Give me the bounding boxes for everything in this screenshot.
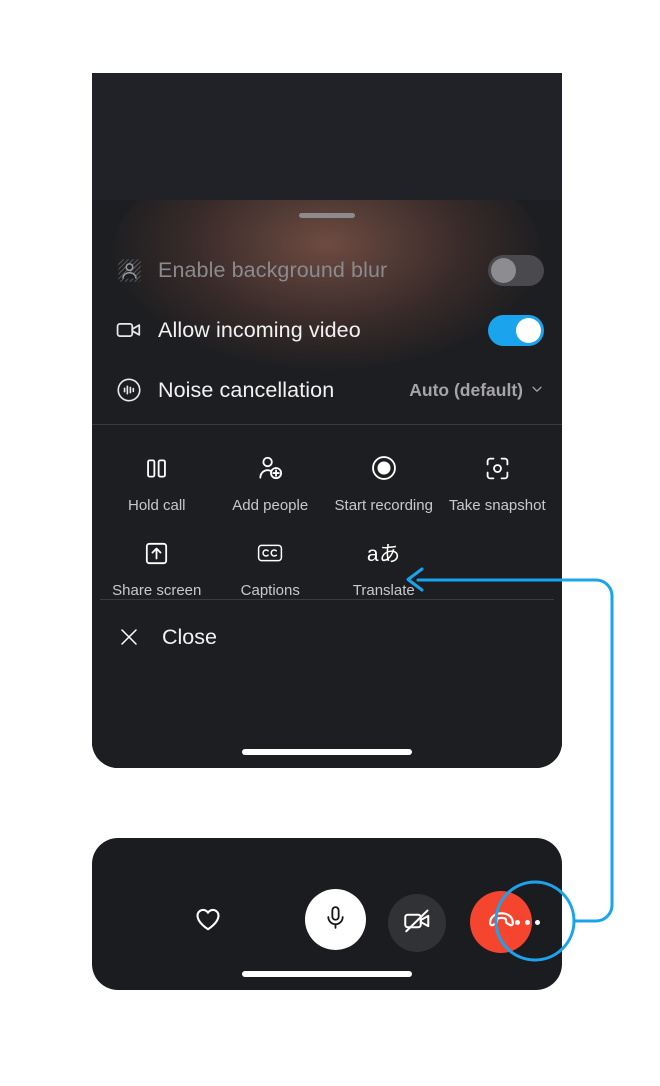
setting-row-noise-cancellation[interactable]: Noise cancellation Auto (default) <box>92 360 562 420</box>
action-hold-call[interactable]: Hold call <box>100 451 214 514</box>
microphone-icon <box>322 904 349 936</box>
action-label-take-snapshot: Take snapshot <box>448 497 546 514</box>
reactions-button[interactable] <box>191 904 225 938</box>
record-icon <box>367 451 401 485</box>
action-label-translate: Translate <box>352 582 415 599</box>
action-label-add-people: Add people <box>232 497 309 514</box>
settings-list: Enable background blur Allow incoming vi… <box>92 240 562 420</box>
noise-cancellation-value: Auto (default) <box>409 379 523 400</box>
noise-cancellation-dropdown[interactable]: Auto (default) <box>409 380 544 401</box>
noise-cancellation-icon <box>114 375 144 405</box>
action-grid: Hold call Add people Start recording Tak… <box>92 425 562 599</box>
toggle-incoming-video[interactable] <box>488 314 544 346</box>
home-indicator-sheet <box>242 749 412 755</box>
phone-screen-bottom <box>92 838 562 990</box>
background-blur-icon <box>114 255 144 285</box>
pause-icon <box>140 451 174 485</box>
phone-screen-top: Enable background blur Allow incoming vi… <box>92 73 562 768</box>
heart-icon <box>193 904 223 939</box>
action-start-recording[interactable]: Start recording <box>327 451 441 514</box>
camera-button[interactable] <box>388 894 446 952</box>
action-label-start-recording: Start recording <box>334 497 433 514</box>
setting-label-incoming-video: Allow incoming video <box>158 317 361 342</box>
camera-off-icon <box>402 906 432 941</box>
add-person-icon <box>253 451 287 485</box>
chevron-down-icon <box>530 380 544 401</box>
microphone-button[interactable] <box>305 889 366 950</box>
setting-row-background-blur[interactable]: Enable background blur <box>92 240 562 300</box>
home-indicator-call-bar <box>242 971 412 977</box>
toggle-knob <box>516 317 541 343</box>
more-dots-icon <box>514 919 540 925</box>
action-label-captions: Captions <box>240 582 300 599</box>
action-label-share-screen: Share screen <box>112 582 202 599</box>
sheet-drag-handle[interactable] <box>299 213 355 218</box>
action-label-hold-call: Hold call <box>127 497 186 514</box>
share-screen-icon <box>140 536 174 570</box>
setting-label-noise-cancellation: Noise cancellation <box>158 377 335 402</box>
snapshot-icon <box>480 451 514 485</box>
action-captions[interactable]: Captions <box>214 536 328 599</box>
action-take-snapshot[interactable]: Take snapshot <box>441 451 555 514</box>
action-translate[interactable]: aあ Translate <box>327 536 441 599</box>
toggle-background-blur[interactable] <box>488 254 544 286</box>
close-label: Close <box>162 624 217 649</box>
sheet-divider-bottom <box>100 599 554 600</box>
captions-cc-icon <box>253 536 287 570</box>
translate-icon: aあ <box>366 543 401 566</box>
video-camera-icon <box>114 315 144 345</box>
action-share-screen[interactable]: Share screen <box>100 536 214 599</box>
call-controls-bar <box>92 838 562 990</box>
options-bottom-sheet: Enable background blur Allow incoming vi… <box>92 200 562 768</box>
setting-row-incoming-video[interactable]: Allow incoming video <box>92 300 562 360</box>
more-options-button[interactable] <box>507 902 547 942</box>
setting-label-background-blur: Enable background blur <box>158 257 388 282</box>
toggle-knob <box>491 257 516 283</box>
action-add-people[interactable]: Add people <box>214 451 328 514</box>
close-sheet-row[interactable]: Close <box>92 606 562 668</box>
close-x-icon <box>114 622 144 652</box>
action-grid-empty-slot <box>441 536 555 599</box>
